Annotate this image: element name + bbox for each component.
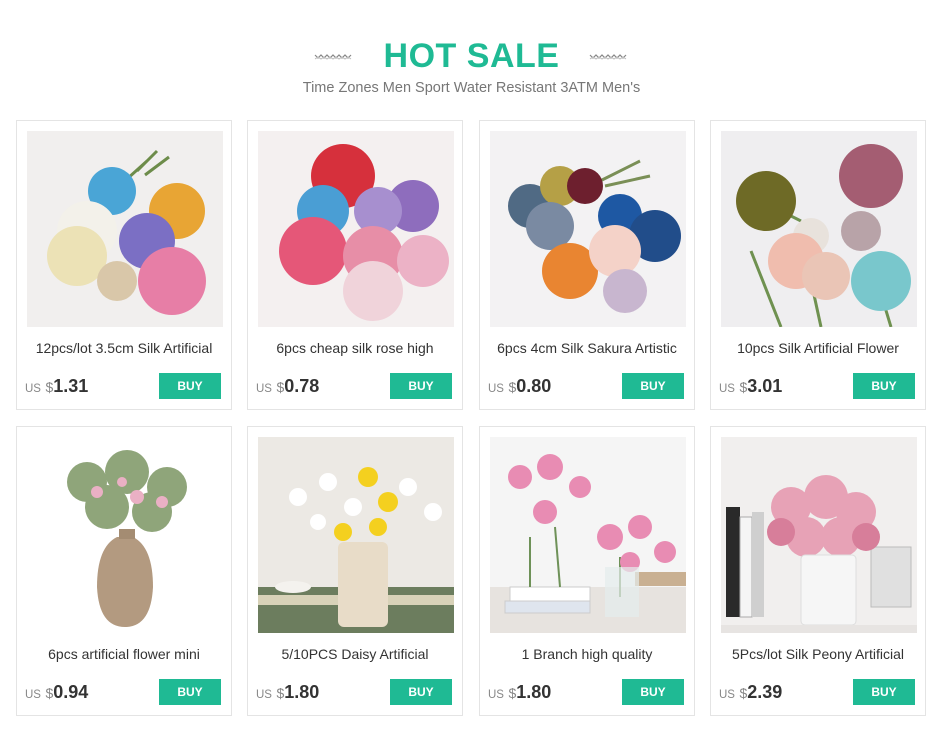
price-value: 1.80 xyxy=(284,682,320,702)
product-image[interactable] xyxy=(721,437,917,633)
page-title: HOT SALE xyxy=(383,37,560,75)
product-card[interactable]: 1 Branch high quality US $1.80 BUY xyxy=(479,426,695,716)
product-name[interactable]: 6pcs cheap silk rose high xyxy=(254,339,456,357)
product-image[interactable] xyxy=(27,131,223,327)
product-name[interactable]: 6pcs artificial flower mini xyxy=(23,645,225,663)
product-price: US $0.80 xyxy=(488,374,551,398)
product-price: US $2.39 xyxy=(719,680,782,704)
product-card[interactable]: 12pcs/lot 3.5cm Silk Artificial US $1.31… xyxy=(16,120,232,410)
product-card[interactable]: 10pcs Silk Artificial Flower US $3.01 BU… xyxy=(710,120,926,410)
currency-code: US xyxy=(719,383,735,395)
currency-code: US xyxy=(25,689,41,701)
buy-button[interactable]: BUY xyxy=(159,373,221,399)
product-card[interactable]: 6pcs artificial flower mini US $0.94 BUY xyxy=(16,426,232,716)
product-name[interactable]: 10pcs Silk Artificial Flower xyxy=(717,339,919,357)
price-value: 2.39 xyxy=(747,682,783,702)
product-price: US $1.80 xyxy=(256,680,319,704)
price-value: 0.80 xyxy=(516,376,552,396)
product-image[interactable] xyxy=(258,131,454,327)
product-image[interactable] xyxy=(721,131,917,327)
price-value: 0.94 xyxy=(53,682,89,702)
product-card[interactable]: 5/10PCS Daisy Artificial US $1.80 BUY xyxy=(247,426,463,716)
price-value: 0.78 xyxy=(284,376,320,396)
page-subtitle: Time Zones Men Sport Water Resistant 3AT… xyxy=(302,80,641,96)
wave-decoration-right xyxy=(589,54,627,60)
currency-code: US xyxy=(25,383,41,395)
buy-button[interactable]: BUY xyxy=(853,679,915,705)
product-name[interactable]: 5/10PCS Daisy Artificial xyxy=(254,645,456,663)
product-price: US $1.80 xyxy=(488,680,551,704)
currency-code: US xyxy=(256,689,272,701)
product-price: US $1.31 xyxy=(25,374,88,398)
product-name[interactable]: 1 Branch high quality xyxy=(486,645,688,663)
currency-code: US xyxy=(488,383,504,395)
product-price: US $3.01 xyxy=(719,374,782,398)
currency-code: US xyxy=(719,689,735,701)
product-image[interactable] xyxy=(490,131,686,327)
product-price: US $0.94 xyxy=(25,680,88,704)
section-header: HOT SALE Time Zones Men Sport Water Resi… xyxy=(0,0,943,110)
buy-button[interactable]: BUY xyxy=(390,373,452,399)
price-value: 1.80 xyxy=(516,682,552,702)
product-card[interactable]: 5Pcs/lot Silk Peony Artificial US $2.39 … xyxy=(710,426,926,716)
product-card[interactable]: 6pcs 4cm Silk Sakura Artistic US $0.80 B… xyxy=(479,120,695,410)
currency-code: US xyxy=(256,383,272,395)
buy-button[interactable]: BUY xyxy=(390,679,452,705)
product-image[interactable] xyxy=(27,437,223,633)
currency-code: US xyxy=(488,689,504,701)
price-value: 1.31 xyxy=(53,376,89,396)
product-image[interactable] xyxy=(258,437,454,633)
product-price: US $0.78 xyxy=(256,374,319,398)
buy-button[interactable]: BUY xyxy=(159,679,221,705)
buy-button[interactable]: BUY xyxy=(622,373,684,399)
product-name[interactable]: 6pcs 4cm Silk Sakura Artistic xyxy=(486,339,688,357)
price-value: 3.01 xyxy=(747,376,783,396)
product-name[interactable]: 12pcs/lot 3.5cm Silk Artificial xyxy=(23,339,225,357)
product-card[interactable]: 6pcs cheap silk rose high US $0.78 BUY xyxy=(247,120,463,410)
buy-button[interactable]: BUY xyxy=(853,373,915,399)
buy-button[interactable]: BUY xyxy=(622,679,684,705)
product-image[interactable] xyxy=(490,437,686,633)
product-name[interactable]: 5Pcs/lot Silk Peony Artificial xyxy=(717,645,919,663)
